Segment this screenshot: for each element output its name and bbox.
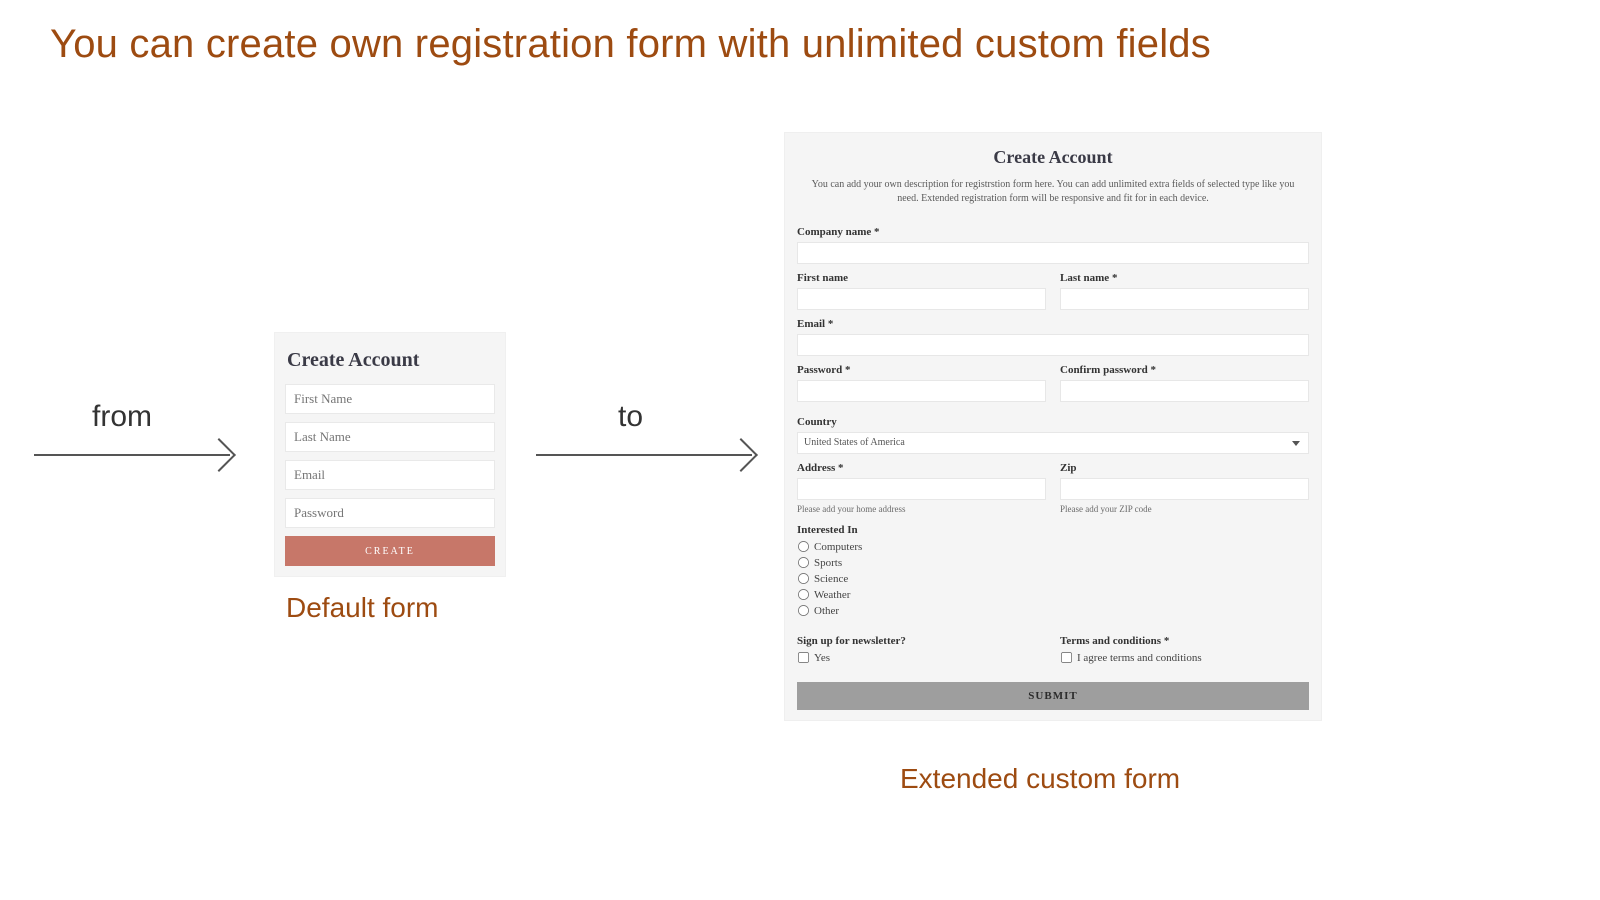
interested-option-label: Computers bbox=[814, 541, 862, 553]
interested-option-label: Science bbox=[814, 573, 848, 585]
interested-option[interactable]: Computers bbox=[797, 540, 1309, 553]
country-select[interactable]: United States of America bbox=[797, 432, 1309, 454]
arrow-to-icon bbox=[536, 454, 752, 456]
company-name-label: Company name * bbox=[797, 226, 1309, 238]
interested-option[interactable]: Sports bbox=[797, 556, 1309, 569]
interested-option-label: Sports bbox=[814, 557, 842, 569]
interested-option[interactable]: Science bbox=[797, 572, 1309, 585]
label-to: to bbox=[618, 400, 643, 434]
newsletter-option[interactable]: Yes bbox=[797, 651, 1046, 664]
extended-form-panel: Create Account You can add your own desc… bbox=[784, 132, 1322, 721]
newsletter-option-label: Yes bbox=[814, 652, 830, 664]
password-label: Password * bbox=[797, 364, 1046, 376]
address-hint: Please add your home address bbox=[797, 504, 1046, 514]
interested-option[interactable]: Weather bbox=[797, 588, 1309, 601]
first-name-input[interactable] bbox=[285, 384, 495, 414]
address-input[interactable] bbox=[797, 478, 1046, 500]
country-selected-value: United States of America bbox=[804, 437, 905, 448]
interested-option-label: Other bbox=[814, 605, 839, 617]
interested-option[interactable]: Other bbox=[797, 604, 1309, 617]
terms-label: Terms and conditions * bbox=[1060, 635, 1309, 647]
last-name-input[interactable] bbox=[285, 422, 495, 452]
password-input[interactable] bbox=[285, 498, 495, 528]
default-form-title: Create Account bbox=[285, 343, 495, 384]
terms-option[interactable]: I agree terms and conditions bbox=[1060, 651, 1309, 664]
address-label: Address * bbox=[797, 462, 1046, 474]
terms-option-label: I agree terms and conditions bbox=[1077, 652, 1202, 664]
email-input[interactable] bbox=[285, 460, 495, 490]
page-headline: You can create own registration form wit… bbox=[50, 22, 1550, 67]
country-label: Country bbox=[797, 416, 1309, 428]
ext-first-name-input[interactable] bbox=[797, 288, 1046, 310]
company-name-input[interactable] bbox=[797, 242, 1309, 264]
caption-extended-form: Extended custom form bbox=[900, 763, 1180, 795]
zip-input[interactable] bbox=[1060, 478, 1309, 500]
default-form-panel: Create Account CREATE bbox=[274, 332, 506, 577]
ext-last-name-input[interactable] bbox=[1060, 288, 1309, 310]
confirm-password-label: Confirm password * bbox=[1060, 364, 1309, 376]
extended-form-description: You can add your own description for reg… bbox=[797, 178, 1309, 218]
label-from: from bbox=[92, 400, 152, 434]
zip-hint: Please add your ZIP code bbox=[1060, 504, 1309, 514]
first-name-label: First name bbox=[797, 272, 1046, 284]
last-name-label: Last name * bbox=[1060, 272, 1309, 284]
ext-email-input[interactable] bbox=[797, 334, 1309, 356]
interested-option-label: Weather bbox=[814, 589, 850, 601]
ext-confirm-password-input[interactable] bbox=[1060, 380, 1309, 402]
submit-button[interactable]: SUBMIT bbox=[797, 682, 1309, 710]
email-label: Email * bbox=[797, 318, 1309, 330]
interested-in-label: Interested In bbox=[797, 524, 1309, 536]
caption-default-form: Default form bbox=[286, 592, 439, 624]
arrow-from-icon bbox=[34, 454, 230, 456]
newsletter-label: Sign up for newsletter? bbox=[797, 635, 1046, 647]
create-button[interactable]: CREATE bbox=[285, 536, 495, 566]
extended-form-title: Create Account bbox=[797, 143, 1309, 178]
zip-label: Zip bbox=[1060, 462, 1309, 474]
ext-password-input[interactable] bbox=[797, 380, 1046, 402]
